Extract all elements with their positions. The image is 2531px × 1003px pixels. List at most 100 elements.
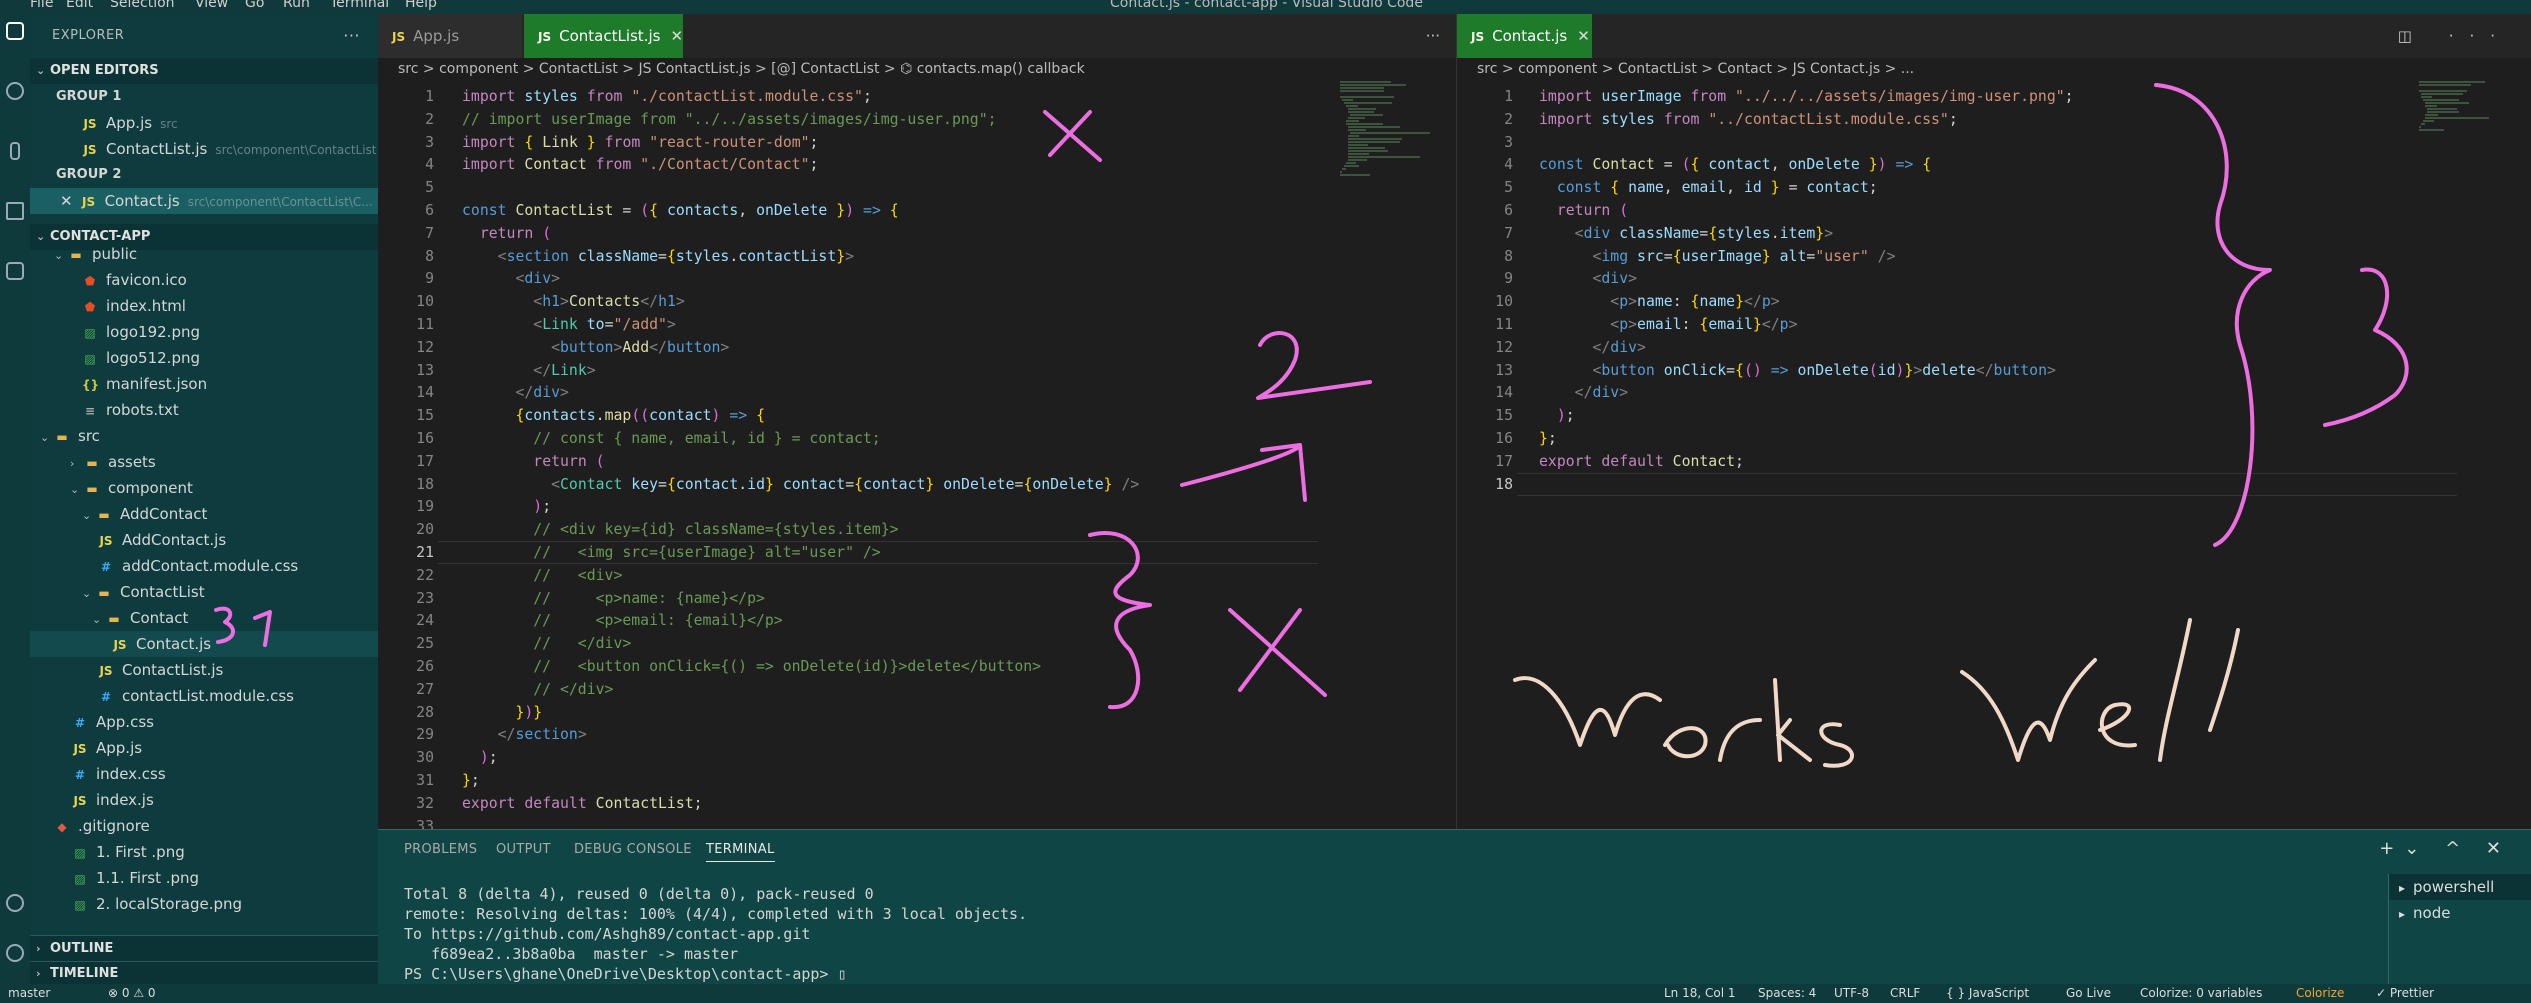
code-editor-1[interactable]: 1 import styles from "./contactList.modul… <box>378 80 1456 835</box>
tree-item[interactable]: ⬟ favicon.ico <box>30 267 378 293</box>
line-number: 4 <box>425 156 434 174</box>
eol[interactable]: CRLF <box>1890 984 1920 1003</box>
line-number: 21 <box>416 544 434 561</box>
tree-item[interactable]: # index.css <box>30 761 378 787</box>
split-editor-icon[interactable]: ◫ ··· <box>2398 14 2511 58</box>
minimap[interactable] <box>1340 80 1440 180</box>
menu-terminal[interactable]: Terminal <box>330 0 389 10</box>
encoding[interactable]: UTF-8 <box>1834 984 1869 1003</box>
tab-output[interactable]: OUTPUT <box>496 842 551 857</box>
menu-view[interactable]: View <box>195 0 228 10</box>
cursor-position[interactable]: Ln 18, Col 1 <box>1664 984 1736 1003</box>
tree-item[interactable]: JS Contact.js <box>30 631 378 657</box>
terminal-item-powershell[interactable]: ▸ powershell <box>2389 874 2531 900</box>
tree-item[interactable]: JS index.js <box>30 787 378 813</box>
explorer-icon[interactable] <box>6 22 24 40</box>
account-icon[interactable] <box>6 894 24 912</box>
tree-item[interactable]: ⬟ index.html <box>30 293 378 319</box>
language-mode[interactable]: { } JavaScript <box>1946 984 2029 1003</box>
tree-item[interactable]: ▨ 2. localStorage.png <box>30 891 378 917</box>
open-editors-section[interactable]: ⌄ OPEN EDITORS <box>30 58 378 84</box>
tab-contact-js[interactable]: JS Contact.js ✕ <box>1457 14 1593 58</box>
panel-actions-icon[interactable]: +⌄ ^ ✕ <box>2379 838 2511 859</box>
code-line: <img src={userImage} alt="user" /> <box>1592 247 1896 265</box>
code-editor-2[interactable]: 1 import userImage from "../../../assets/… <box>1457 80 2531 829</box>
extensions-icon[interactable] <box>6 262 24 280</box>
close-icon[interactable]: ✕ <box>670 27 683 45</box>
tree-item[interactable]: JS AddContact.js <box>30 527 378 553</box>
terminal-icon: ▸ <box>2399 907 2406 921</box>
line-number: 18 <box>1495 475 1513 493</box>
prettier-button[interactable]: ✓ Prettier <box>2376 984 2434 1003</box>
tree-item[interactable]: ⌄ ▬ ContactList <box>30 579 378 605</box>
line-number: 18 <box>416 475 434 493</box>
menu-selection[interactable]: Selection <box>110 0 175 10</box>
tree-item[interactable]: ▨ logo192.png <box>30 319 378 345</box>
group1-header[interactable]: GROUP 1 <box>30 84 378 110</box>
tab-app-js[interactable]: JS App.js <box>378 14 523 58</box>
terminal-item-node[interactable]: ▸ node <box>2389 900 2531 926</box>
tree-item[interactable]: ⌄ ▬ src <box>30 423 378 449</box>
tree-item[interactable]: ▨ 1.1. First .png <box>30 865 378 891</box>
colorize-button[interactable]: Colorize <box>2296 984 2344 1003</box>
colorize-vars[interactable]: Colorize: 0 variables <box>2140 984 2262 1003</box>
tab-terminal[interactable]: TERMINAL <box>706 842 775 862</box>
tab-problems[interactable]: PROBLEMS <box>404 842 477 857</box>
tree-item[interactable]: ≡ robots.txt <box>30 397 378 423</box>
tree-item[interactable]: › ▬ assets <box>30 449 378 475</box>
menu-help[interactable]: Help <box>405 0 437 10</box>
menu-edit[interactable]: Edit <box>66 0 93 10</box>
open-editor-item[interactable]: JS ContactList.js src\component\ContactLis… <box>30 136 378 162</box>
tree-item[interactable]: ⌄ ▬ AddContact <box>30 501 378 527</box>
search-icon[interactable] <box>6 82 24 100</box>
run-debug-icon[interactable] <box>6 202 24 220</box>
tree-item[interactable]: # addContact.module.css <box>30 553 378 579</box>
source-control-icon[interactable] <box>10 142 20 160</box>
gear-icon[interactable] <box>6 944 24 962</box>
breadcrumb[interactable]: src > component > ContactList > Contact … <box>1457 58 2531 80</box>
open-editor-item-active[interactable]: ✕ JS Contact.js src\component\ContactList\C… <box>30 188 378 214</box>
more-actions-icon[interactable]: ··· <box>1426 14 1440 58</box>
line-number: 2 <box>425 110 434 128</box>
tree-item[interactable]: {} manifest.json <box>30 371 378 397</box>
close-icon[interactable]: ✕ <box>1577 27 1590 45</box>
git-file-icon: ◆ <box>57 820 67 834</box>
terminal-output[interactable]: Total 8 (delta 4), reused 0 (delta 0), p… <box>404 884 1027 984</box>
tab-debug-console[interactable]: DEBUG CONSOLE <box>574 842 692 857</box>
activity-bar <box>0 14 30 984</box>
branch-indicator[interactable]: master <box>8 984 50 1003</box>
outline-section[interactable]: › OUTLINE <box>30 935 378 961</box>
problems-indicator[interactable]: ⊗ 0 ⚠ 0 <box>108 984 156 1003</box>
group2-header[interactable]: GROUP 2 <box>30 162 378 188</box>
tree-item[interactable]: ◆ .gitignore <box>30 813 378 839</box>
breadcrumb[interactable]: src > component > ContactList > JS Conta… <box>378 58 1456 80</box>
tree-item[interactable]: JS App.js <box>30 735 378 761</box>
minimap[interactable] <box>2419 80 2519 180</box>
tree-item[interactable]: ⌄ ▬ component <box>30 475 378 501</box>
indentation[interactable]: Spaces: 4 <box>1758 984 1816 1003</box>
code-line: import Contact from "./Contact/Contact"; <box>462 156 819 174</box>
tab-contactlist-js[interactable]: JS ContactList.js ✕ <box>524 14 684 58</box>
tree-item[interactable]: ⌄ ▬ Contact <box>30 605 378 631</box>
open-editor-item[interactable]: JS App.js src <box>30 110 378 136</box>
menu-run[interactable]: Run <box>283 0 310 10</box>
code-line: <Link to="/add"> <box>533 316 676 333</box>
go-live-button[interactable]: Go Live <box>2066 984 2111 1003</box>
code-line: const ContactList = ({ contacts, onDelet… <box>462 202 899 219</box>
tree-item[interactable]: # App.css <box>30 709 378 735</box>
tree-item[interactable]: ▨ logo512.png <box>30 345 378 371</box>
tree-item[interactable]: # contactList.module.css <box>30 683 378 709</box>
line-number: 2 <box>1504 110 1513 128</box>
line-number: 10 <box>1495 293 1513 311</box>
tree-item[interactable]: ⌄ ▬ public <box>30 241 378 267</box>
tab-label: ContactList.js <box>559 27 661 45</box>
tree-item[interactable]: ▨ 1. First .png <box>30 839 378 865</box>
code-line: }; <box>1539 430 1557 447</box>
tree-item[interactable]: JS ContactList.js <box>30 657 378 683</box>
timeline-section[interactable]: › TIMELINE <box>30 961 378 984</box>
code-line: // </div> <box>462 680 614 698</box>
close-icon[interactable]: ✕ <box>60 192 73 210</box>
menu-file[interactable]: File <box>30 0 53 10</box>
menu-go[interactable]: Go <box>245 0 264 10</box>
more-actions-icon[interactable]: ··· <box>343 14 360 58</box>
